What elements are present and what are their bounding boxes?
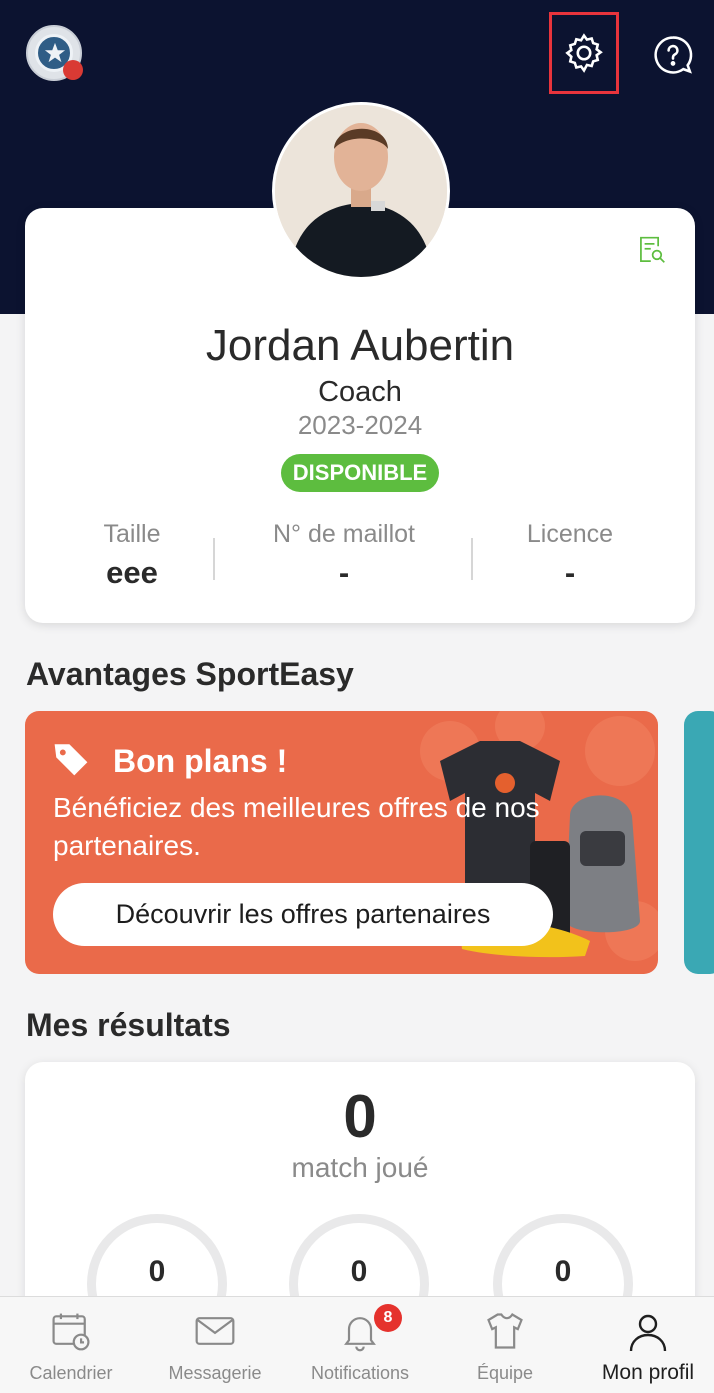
help-bubble-icon [654, 36, 693, 74]
stat-value: - [338, 555, 350, 590]
profile-name: Jordan Aubertin [205, 321, 515, 370]
notification-dot [63, 60, 83, 80]
stat-divider [213, 538, 215, 580]
nav-calendar[interactable]: Calendrier [0, 1297, 142, 1393]
calendar-icon [49, 1309, 93, 1358]
stat-label: Licence [526, 520, 614, 548]
document-search-icon [640, 236, 665, 263]
promo-card[interactable]: Bon plans ! Bénéficiez des meilleures of… [25, 711, 658, 974]
matches-count: 0 [343, 1083, 377, 1150]
nav-label: Calendrier [29, 1363, 113, 1383]
profile-season: 2023-2024 [297, 410, 423, 440]
gear-icon [565, 33, 603, 73]
nav-label: Messagerie [168, 1363, 262, 1383]
availability-badge: DISPONIBLE [281, 454, 439, 492]
mail-icon [193, 1309, 237, 1358]
help-button[interactable] [650, 32, 696, 78]
nav-label: Équipe [476, 1363, 534, 1383]
advantages-title: Avantages SportEasy [26, 656, 354, 692]
promo-text: Bénéficiez des meilleures offres de nos … [53, 792, 540, 861]
stat-jersey-number: N° de maillot - [244, 520, 444, 591]
profile-role: Coach [318, 376, 402, 408]
nav-messages[interactable]: Messagerie [144, 1297, 286, 1393]
ring-value: 0 [350, 1255, 368, 1288]
stat-value: eee [106, 555, 158, 590]
stat-label: Taille [103, 520, 161, 548]
ring-value: 0 [148, 1255, 166, 1288]
profile-avatar[interactable] [272, 102, 450, 280]
nav-label: Notifications [310, 1363, 410, 1383]
nav-notifications[interactable]: Notifications [289, 1297, 431, 1393]
notifications-count-badge: 8 [374, 1304, 402, 1332]
nav-team[interactable]: Équipe [434, 1297, 576, 1393]
results-card: 0 match joué 0 0 0 [25, 1062, 695, 1322]
stat-value: - [564, 555, 576, 590]
user-icon [624, 1309, 672, 1362]
stat-label: N° de maillot [273, 520, 415, 548]
nav-label: Mon profil [601, 1361, 695, 1384]
stat-height: Taille eee [32, 520, 232, 591]
report-icon[interactable] [637, 234, 667, 271]
matches-label: match joué [291, 1152, 429, 1183]
jersey-icon [483, 1309, 527, 1358]
nav-profile[interactable]: Mon profil [577, 1297, 714, 1393]
settings-button[interactable] [549, 12, 619, 94]
tag-icon [51, 741, 91, 782]
promo-title: Bon plans ! [113, 743, 288, 779]
next-promo-card[interactable] [684, 711, 714, 974]
stat-license: Licence - [470, 520, 670, 591]
discover-offers-button[interactable]: Découvrir les offres partenaires [53, 883, 553, 946]
team-logo[interactable] [26, 25, 83, 81]
ring-value: 0 [554, 1255, 572, 1288]
results-title: Mes résultats [26, 1007, 231, 1043]
bottom-navigation: Calendrier Messagerie Notifications Équi… [0, 1296, 714, 1393]
